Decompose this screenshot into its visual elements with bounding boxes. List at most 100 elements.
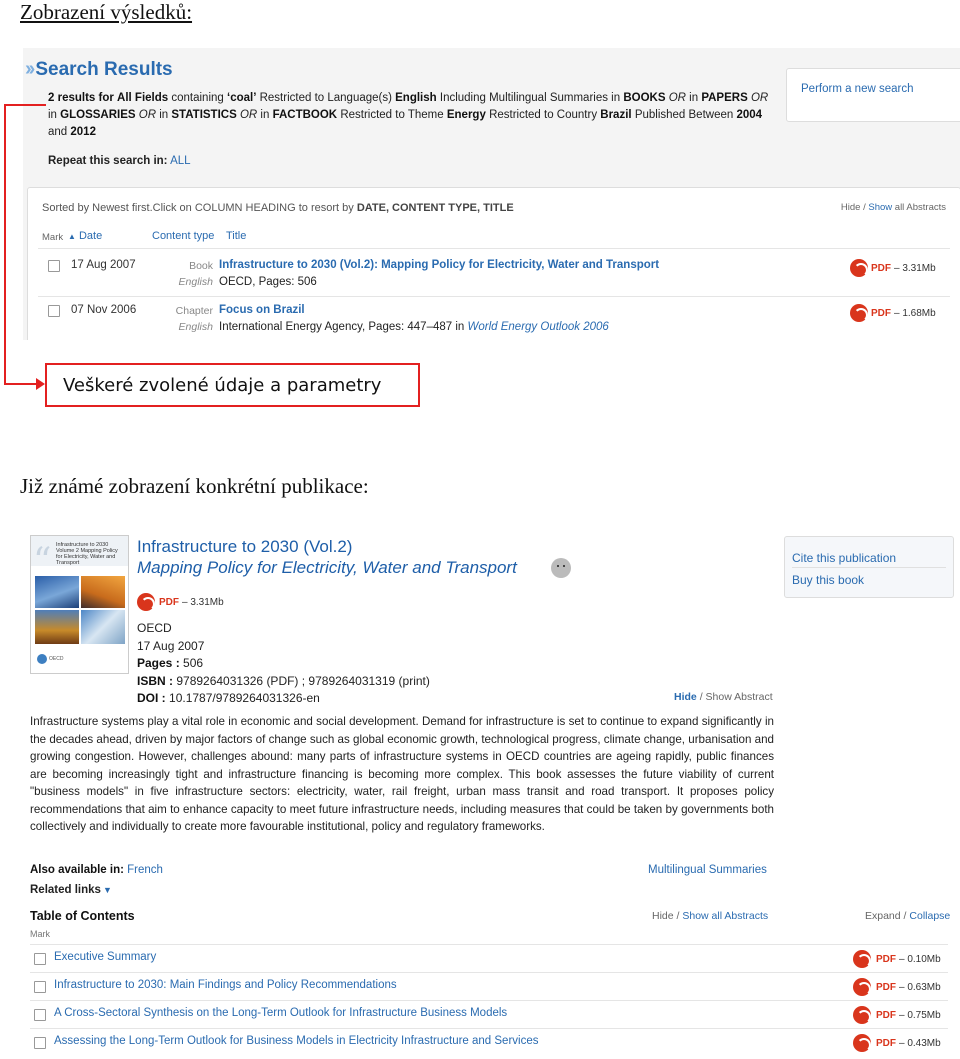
pdf-link[interactable]: PDF [876,1038,896,1049]
pdf-size-value: 1.68Mb [902,308,936,319]
isbn-label: ISBN : [137,674,173,688]
summary-year-from: 2004 [736,109,763,121]
publisher: OECD [137,621,172,635]
column-date-label: Date [78,230,103,242]
pdf-icon[interactable] [853,1006,871,1024]
pdf-icon[interactable] [853,978,871,996]
toc-item-link[interactable]: Executive Summary [54,951,156,963]
pdf-link[interactable]: PDF [159,597,179,608]
summary-glossaries: GLOSSARIES [60,109,136,121]
chevron-double-icon: ›› [25,58,35,80]
isbn: ISBN : 9789264031326 (PDF) ; 97892640313… [137,674,430,688]
result-title-link[interactable]: Infrastructure to 2030 (Vol.2): Mapping … [219,259,659,271]
doi-value[interactable]: 10.1787/9789264031326-en [169,691,320,705]
also-available: Also available in: French [30,864,163,876]
toc-checkbox[interactable] [34,953,46,965]
pdf-icon[interactable] [853,1034,871,1052]
sort-prefix: Sorted by Newest first.Click on COLUMN H… [42,202,354,214]
rating-face-icon[interactable] [551,558,571,578]
summary-text: Restricted to Country [489,109,598,121]
summary-lang: English [395,92,437,104]
show-abstracts-link[interactable]: Show [868,202,892,213]
collapse-link[interactable]: Collapse [909,910,950,922]
pdf-icon[interactable] [850,304,868,322]
result-title-link[interactable]: Focus on Brazil [219,304,305,316]
multilingual-summaries-link[interactable]: Multilingual Summaries [648,864,767,876]
sort-up-icon: ▲ [68,232,76,241]
column-date[interactable]: ▲ Date [68,230,102,242]
book-cover[interactable]: “ Infrastructure to 2030 Volume 2 Mappin… [30,535,129,674]
summary-papers: PAPERS [701,92,748,104]
summary-or: OR [138,109,157,121]
sort-info: Sorted by Newest first.Click on COLUMN H… [42,202,514,214]
pdf-icon[interactable] [853,950,871,968]
result-language: English [178,276,213,288]
pdf-size: – 0.75Mb [899,1010,941,1021]
mark-checkbox[interactable] [48,305,60,317]
hide-abstracts-link[interactable]: Hide [652,910,674,922]
french-version-link[interactable]: French [127,864,163,876]
buy-book-link[interactable]: Buy this book [792,573,864,587]
mark-checkbox[interactable] [48,260,60,272]
pdf-size-value: 3.31Mb [902,263,936,274]
expand-link[interactable]: Expand [865,910,901,922]
divider [30,972,948,973]
summary-text: in [159,109,169,121]
toc-item-link[interactable]: A Cross-Sectoral Synthesis on the Long-T… [54,1007,507,1019]
dash: – [899,982,905,993]
pdf-link[interactable]: PDF [876,1010,896,1021]
pdf-link[interactable]: PDF [876,954,896,965]
show-abstract-link[interactable]: Show Abstract [706,691,773,703]
show-all-abstracts-link[interactable]: Show all Abstracts [682,910,768,922]
summary-term: ‘coal’ [227,92,257,104]
related-links[interactable]: Related links ▼ [30,884,112,896]
toc-title: Table of Contents [30,909,135,923]
result-type-label: Chapter [175,305,213,317]
pdf-size-value: 3.31Mb [190,597,224,608]
pdf-icon[interactable] [137,593,155,611]
toc-item-link[interactable]: Assessing the Long-Term Outlook for Busi… [54,1035,538,1047]
hide-abstract-link[interactable]: Hide [674,691,697,703]
result-language: English [178,321,213,333]
perform-new-search-link[interactable]: Perform a new search [801,83,914,95]
column-mark: Mark [42,232,64,243]
summary-country: Brazil [600,109,632,121]
divider [30,1028,948,1029]
sort-options[interactable]: DATE, CONTENT TYPE, TITLE [357,202,514,214]
divider [792,567,946,568]
hide-abstracts-link[interactable]: Hide [841,202,861,213]
dash: – [899,1038,905,1049]
column-content-type[interactable]: Content type [152,230,214,242]
summary-text: Restricted to Theme [340,109,444,121]
toc-checkbox[interactable] [34,1037,46,1049]
cover-photo [35,576,79,608]
pdf-icon[interactable] [850,259,868,277]
toc-checkbox[interactable] [34,1009,46,1021]
toc-checkbox[interactable] [34,981,46,993]
summary-factbook: FACTBOOK [272,109,338,121]
result-series-link[interactable]: World Energy Outlook 2006 [468,321,609,333]
cite-publication-link[interactable]: Cite this publication [792,551,896,565]
pdf-link[interactable]: PDF [871,308,891,319]
column-title[interactable]: Title [226,230,246,242]
result-type-label: Book [189,260,213,272]
summary-or: OR [750,92,769,104]
pdf-size: – 0.63Mb [899,982,941,993]
separator: / [699,691,703,703]
dash: – [894,263,900,274]
separator: / [863,202,866,213]
pages-value: 506 [183,656,204,670]
arrow-right-icon [36,378,45,390]
summary-or: OR [239,109,258,121]
summary-text: containing [171,92,224,104]
repeat-search-all-link[interactable]: ALL [170,155,190,167]
publication-subtitle: Mapping Policy for Electricity, Water an… [137,558,517,577]
pages-label: Pages : [137,656,180,670]
publication-actions: Cite this publication Buy this book [784,536,954,598]
pdf-link[interactable]: PDF [871,263,891,274]
search-results-title: ›› Search Results [25,58,173,81]
pdf-link[interactable]: PDF [876,982,896,993]
toc-item-link[interactable]: Infrastructure to 2030: Main Findings an… [54,979,397,991]
separator: / [676,910,680,922]
summary-text: Restricted to Language(s) [259,92,392,104]
